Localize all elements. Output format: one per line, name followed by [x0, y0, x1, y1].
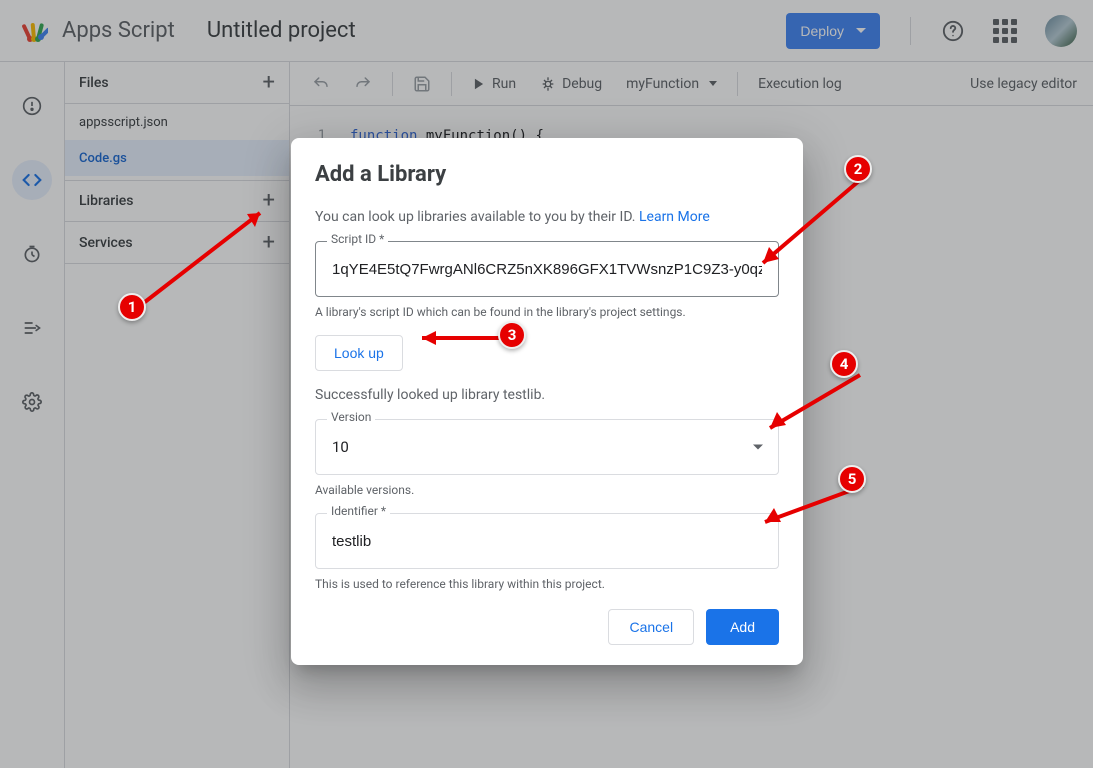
dialog-title: Add a Library [315, 162, 779, 187]
version-field[interactable]: Version 10 [315, 419, 779, 475]
lookup-success-text: Successfully looked up library testlib. [315, 387, 779, 403]
version-value: 10 [332, 438, 349, 456]
add-library-dialog: Add a Library You can look up libraries … [291, 138, 803, 665]
script-id-label: Script ID * [327, 232, 388, 246]
dialog-description: You can look up libraries available to y… [315, 209, 779, 225]
identifier-helper: This is used to reference this library w… [315, 577, 779, 591]
identifier-input[interactable] [315, 513, 779, 569]
dialog-actions: Cancel Add [315, 609, 779, 645]
lookup-button[interactable]: Look up [315, 335, 403, 371]
version-helper: Available versions. [315, 483, 779, 497]
add-button[interactable]: Add [706, 609, 779, 645]
script-id-field: Script ID * [315, 241, 779, 297]
identifier-field: Identifier * [315, 513, 779, 569]
version-label: Version [327, 410, 375, 424]
version-dropdown[interactable]: 10 [315, 419, 779, 475]
cancel-button[interactable]: Cancel [608, 609, 694, 645]
script-id-helper: A library's script ID which can be found… [315, 305, 779, 319]
learn-more-link[interactable]: Learn More [639, 209, 710, 225]
script-id-input[interactable] [315, 241, 779, 297]
identifier-label: Identifier * [327, 504, 390, 518]
chevron-down-icon [753, 445, 763, 450]
